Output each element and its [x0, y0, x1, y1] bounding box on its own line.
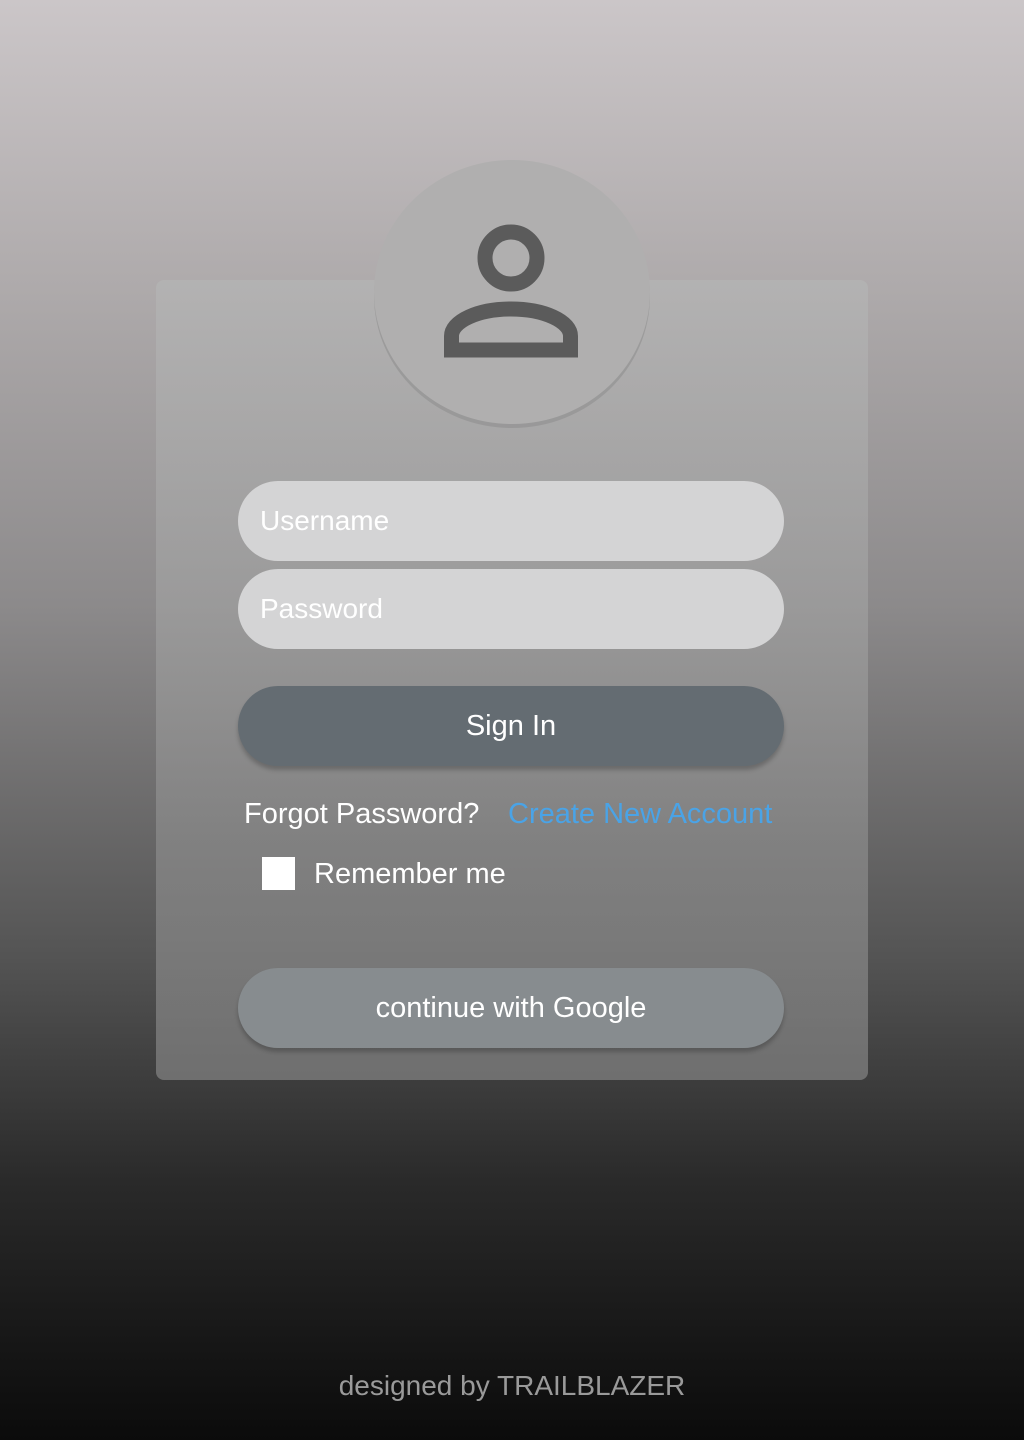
create-account-link[interactable]: Create New Account [508, 796, 772, 832]
username-input[interactable] [238, 481, 784, 561]
remember-me-label[interactable]: Remember me [314, 856, 506, 892]
remember-me-checkbox[interactable] [262, 857, 295, 890]
google-signin-button[interactable]: continue with Google [238, 968, 784, 1048]
forgot-password-link[interactable]: Forgot Password? [244, 796, 479, 832]
google-signin-label: continue with Google [375, 991, 647, 1024]
user-icon [444, 224, 580, 360]
avatar [374, 160, 650, 424]
sign-in-label: Sign In [465, 709, 557, 742]
designer-credit: designed by TRAILBLAZER [338, 1370, 686, 1401]
sign-in-button[interactable]: Sign In [238, 686, 784, 766]
password-input[interactable] [238, 569, 784, 649]
